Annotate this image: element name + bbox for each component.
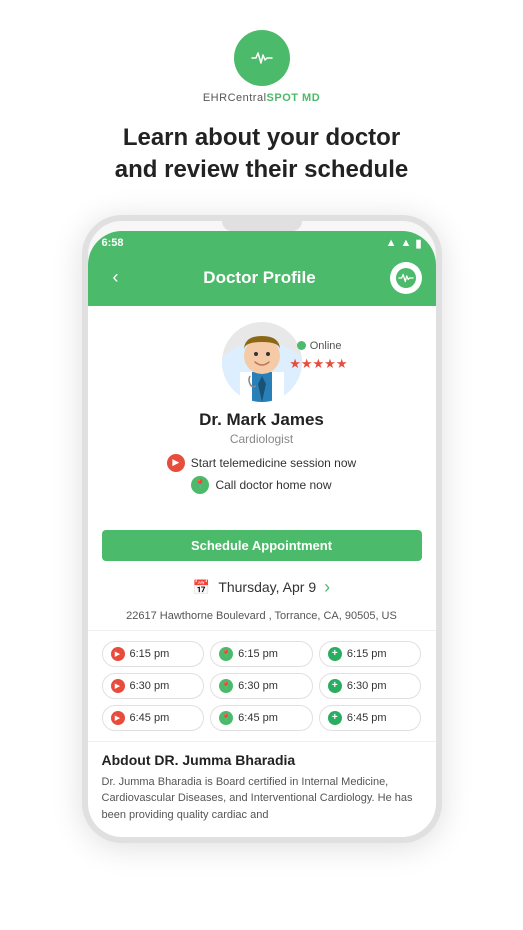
plus-slot-icon: + — [328, 711, 342, 725]
phone-screen: 6:58 ▲ ▲ ▮ ‹ Doctor Profile — [88, 231, 436, 838]
star-rating: ★★★★★ — [289, 356, 347, 372]
video-slot-icon: ▶ — [111, 647, 125, 661]
logo-icon — [234, 30, 290, 86]
battery-icon: ▮ — [415, 237, 421, 250]
slot-video-615[interactable]: ▶ 6:15 pm — [102, 641, 205, 667]
phone-notch — [222, 221, 302, 231]
doctor-top-info: Online ★★★★★ Dr. Mark James Cardiologist… — [102, 322, 422, 498]
online-indicator — [297, 341, 306, 350]
call-action-row[interactable]: 📍 Call doctor home now — [191, 476, 331, 494]
doctor-specialty: Cardiologist — [230, 432, 293, 446]
date-label: Thursday, Apr 9 — [218, 579, 316, 595]
header-logo-button[interactable] — [390, 262, 422, 294]
plus-slot-icon: + — [328, 647, 342, 661]
date-next-button[interactable]: › — [324, 577, 330, 598]
page-title: Doctor Profile — [203, 268, 315, 288]
doctor-avatar-wrap: Online ★★★★★ — [222, 322, 302, 402]
signal-icon: ▲ — [401, 237, 412, 249]
tele-action-row[interactable]: ▶ Start telemedicine session now — [167, 454, 356, 472]
status-icons: ▲ ▲ ▮ — [386, 237, 422, 250]
back-button[interactable]: ‹ — [102, 264, 130, 292]
brand-name: EHRCentralSPOT MD — [203, 92, 320, 104]
slot-loc-615[interactable]: 📍 6:15 pm — [210, 641, 313, 667]
slot-time: 6:15 pm — [347, 648, 387, 660]
profile-content: Online ★★★★★ Dr. Mark James Cardiologist… — [88, 306, 436, 522]
about-section: Abdout DR. Jumma Bharadia Dr. Jumma Bhar… — [88, 741, 436, 838]
location-slot-icon: 📍 — [219, 647, 233, 661]
address: 22617 Hawthorne Boulevard , Torrance, CA… — [88, 606, 436, 631]
about-title: Abdout DR. Jumma Bharadia — [102, 752, 422, 768]
time-slots-grid: ▶ 6:15 pm 📍 6:15 pm + 6:15 pm ▶ 6:30 pm … — [88, 631, 436, 741]
status-time: 6:58 — [102, 237, 124, 249]
video-icon: ▶ — [167, 454, 185, 472]
slot-time: 6:15 pm — [238, 648, 278, 660]
slot-time: 6:30 pm — [130, 680, 170, 692]
date-row: 📅 Thursday, Apr 9 › — [88, 569, 436, 606]
calendar-icon: 📅 — [193, 579, 210, 596]
wifi-icon: ▲ — [386, 237, 397, 249]
status-bar: 6:58 ▲ ▲ ▮ — [88, 231, 436, 254]
location-slot-icon: 📍 — [219, 711, 233, 725]
slot-time: 6:15 pm — [130, 648, 170, 660]
plus-slot-icon: + — [328, 679, 342, 693]
slot-plus-615[interactable]: + 6:15 pm — [319, 641, 422, 667]
doctor-name: Dr. Mark James — [199, 410, 324, 430]
slot-time: 6:45 pm — [238, 712, 278, 724]
logo-area: EHRCentralSPOT MD — [203, 30, 320, 104]
slot-video-645[interactable]: ▶ 6:45 pm — [102, 705, 205, 731]
slot-loc-645[interactable]: 📍 6:45 pm — [210, 705, 313, 731]
call-action-label: Call doctor home now — [215, 478, 331, 492]
slot-video-630[interactable]: ▶ 6:30 pm — [102, 673, 205, 699]
slot-time: 6:30 pm — [238, 680, 278, 692]
slot-time: 6:45 pm — [130, 712, 170, 724]
video-slot-icon: ▶ — [111, 679, 125, 693]
about-text: Dr. Jumma Bharadia is Board certified in… — [102, 774, 422, 824]
slot-loc-630[interactable]: 📍 6:30 pm — [210, 673, 313, 699]
slot-plus-630[interactable]: + 6:30 pm — [319, 673, 422, 699]
headline: Learn about your doctor and review their… — [85, 122, 438, 187]
location-icon: 📍 — [191, 476, 209, 494]
phone-frame: 6:58 ▲ ▲ ▮ ‹ Doctor Profile — [82, 215, 442, 844]
app-header: ‹ Doctor Profile — [88, 254, 436, 306]
online-label: Online — [310, 340, 342, 352]
video-slot-icon: ▶ — [111, 711, 125, 725]
schedule-appointment-button[interactable]: Schedule Appointment — [102, 530, 422, 561]
online-badge: Online — [297, 340, 342, 352]
slot-time: 6:45 pm — [347, 712, 387, 724]
slot-time: 6:30 pm — [347, 680, 387, 692]
location-slot-icon: 📍 — [219, 679, 233, 693]
tele-action-label: Start telemedicine session now — [191, 456, 356, 470]
slot-plus-645[interactable]: + 6:45 pm — [319, 705, 422, 731]
